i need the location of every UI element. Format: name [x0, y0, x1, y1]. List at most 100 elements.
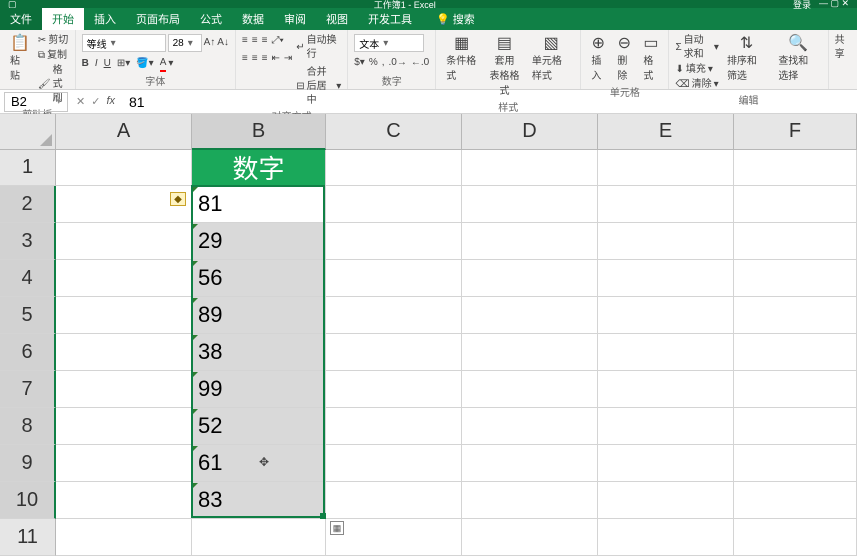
copy-button[interactable]: ⧉复制 [38, 49, 69, 63]
row-header-9[interactable]: 9 [0, 445, 56, 482]
italic-button[interactable]: I [95, 56, 98, 72]
cell-C9[interactable] [326, 445, 462, 482]
select-all-corner[interactable] [0, 114, 56, 150]
tab-formulas[interactable]: 公式 [190, 8, 232, 30]
font-color-button[interactable]: A▾ [160, 56, 174, 72]
cell-B3[interactable]: 29 [192, 223, 326, 260]
cell-B7[interactable]: 99 [192, 371, 326, 408]
bold-button[interactable]: B [82, 56, 89, 72]
cell-B4[interactable]: 56 [192, 260, 326, 297]
percent-button[interactable]: % [369, 56, 378, 70]
cell-A7[interactable] [56, 371, 192, 408]
cell-F9[interactable] [734, 445, 857, 482]
paste-button[interactable]: 📋粘贴 [6, 34, 34, 84]
font-size-select[interactable]: 28▾ [168, 34, 202, 52]
tab-view[interactable]: 视图 [316, 8, 358, 30]
cell-F1[interactable] [734, 150, 857, 186]
cell-D2[interactable] [462, 186, 598, 223]
align-left-button[interactable]: ≡ [242, 52, 248, 66]
find-select-button[interactable]: 🔍查找和选择 [774, 34, 821, 84]
col-header-F[interactable]: F [734, 114, 857, 150]
row-header-5[interactable]: 5 [0, 297, 56, 334]
cell-C10[interactable] [326, 482, 462, 519]
cell-B11[interactable] [192, 519, 326, 556]
row-header-1[interactable]: 1 [0, 150, 56, 186]
row-header-2[interactable]: 2 [0, 186, 56, 223]
login-label[interactable]: 登录 [793, 0, 811, 11]
cell-D6[interactable] [462, 334, 598, 371]
cell-D7[interactable] [462, 371, 598, 408]
cell-C11[interactable] [326, 519, 462, 556]
cell-A11[interactable] [56, 519, 192, 556]
cell-F3[interactable] [734, 223, 857, 260]
row-header-8[interactable]: 8 [0, 408, 56, 445]
cell-F5[interactable] [734, 297, 857, 334]
name-box[interactable]: B2▾ [4, 92, 68, 112]
align-center-button[interactable]: ≡ [252, 52, 258, 66]
cell-B9[interactable]: 61 [192, 445, 326, 482]
row-header-4[interactable]: 4 [0, 260, 56, 297]
cell-F4[interactable] [734, 260, 857, 297]
dec-decimal-button[interactable]: ←.0 [411, 56, 429, 70]
cell-D4[interactable] [462, 260, 598, 297]
cell-D1[interactable] [462, 150, 598, 186]
tab-data[interactable]: 数据 [232, 8, 274, 30]
cell-B1[interactable]: 数字 [192, 150, 326, 186]
cell-A10[interactable] [56, 482, 192, 519]
orientation-button[interactable]: ⤢▾ [271, 34, 283, 48]
indent-inc-button[interactable]: ⇥ [284, 52, 292, 66]
indent-dec-button[interactable]: ⇤ [271, 52, 279, 66]
cell-A1[interactable] [56, 150, 192, 186]
row-header-10[interactable]: 10 [0, 482, 56, 519]
tab-review[interactable]: 审阅 [274, 8, 316, 30]
cell-E9[interactable] [598, 445, 734, 482]
cell-E3[interactable] [598, 223, 734, 260]
tab-home[interactable]: 开始 [42, 8, 84, 30]
cancel-formula-icon[interactable]: ✕ [76, 95, 85, 108]
border-button[interactable]: ⊞▾ [117, 56, 130, 72]
cell-style-button[interactable]: ▧单元格样式 [528, 34, 575, 84]
tab-file[interactable]: 文件 [0, 8, 42, 30]
cell-F10[interactable] [734, 482, 857, 519]
cell-F8[interactable] [734, 408, 857, 445]
align-bottom-button[interactable]: ≡ [262, 34, 268, 48]
cell-B5[interactable]: 89 [192, 297, 326, 334]
autofill-options-tag[interactable]: ▦ [330, 521, 344, 535]
cell-C5[interactable] [326, 297, 462, 334]
format-cells-button[interactable]: ▭格式 [639, 34, 662, 84]
col-header-D[interactable]: D [462, 114, 598, 150]
increase-font-button[interactable]: A↑ [204, 34, 216, 52]
cell-B8[interactable]: 52 [192, 408, 326, 445]
cell-B2[interactable]: 81 [192, 186, 326, 223]
wrap-text-button[interactable]: ↵自动换行 [296, 34, 341, 62]
cell-E2[interactable] [598, 186, 734, 223]
cell-A4[interactable] [56, 260, 192, 297]
cell-C1[interactable] [326, 150, 462, 186]
cell-E4[interactable] [598, 260, 734, 297]
underline-button[interactable]: U [104, 56, 111, 72]
fill-color-button[interactable]: 🪣▾ [136, 56, 153, 72]
cell-A6[interactable] [56, 334, 192, 371]
clear-button[interactable]: ⌫清除▾ [675, 78, 718, 92]
cell-C8[interactable] [326, 408, 462, 445]
cell-A8[interactable] [56, 408, 192, 445]
cell-D10[interactable] [462, 482, 598, 519]
cell-C4[interactable] [326, 260, 462, 297]
sort-filter-button[interactable]: ⇅排序和筛选 [723, 34, 770, 84]
row-header-7[interactable]: 7 [0, 371, 56, 408]
align-right-button[interactable]: ≡ [262, 52, 268, 66]
cell-D5[interactable] [462, 297, 598, 334]
cell-E7[interactable] [598, 371, 734, 408]
row-header-3[interactable]: 3 [0, 223, 56, 260]
tab-search[interactable]: 💡搜索 [426, 8, 485, 30]
col-header-E[interactable]: E [598, 114, 734, 150]
cut-button[interactable]: ✂剪切 [38, 34, 69, 48]
fx-icon[interactable]: fx [106, 95, 115, 108]
cell-D8[interactable] [462, 408, 598, 445]
comma-button[interactable]: , [382, 56, 385, 70]
tab-dev[interactable]: 开发工具 [358, 8, 422, 30]
cell-C3[interactable] [326, 223, 462, 260]
cell-F11[interactable] [734, 519, 857, 556]
cell-D3[interactable] [462, 223, 598, 260]
autosum-button[interactable]: Σ自动求和▾ [675, 34, 718, 62]
